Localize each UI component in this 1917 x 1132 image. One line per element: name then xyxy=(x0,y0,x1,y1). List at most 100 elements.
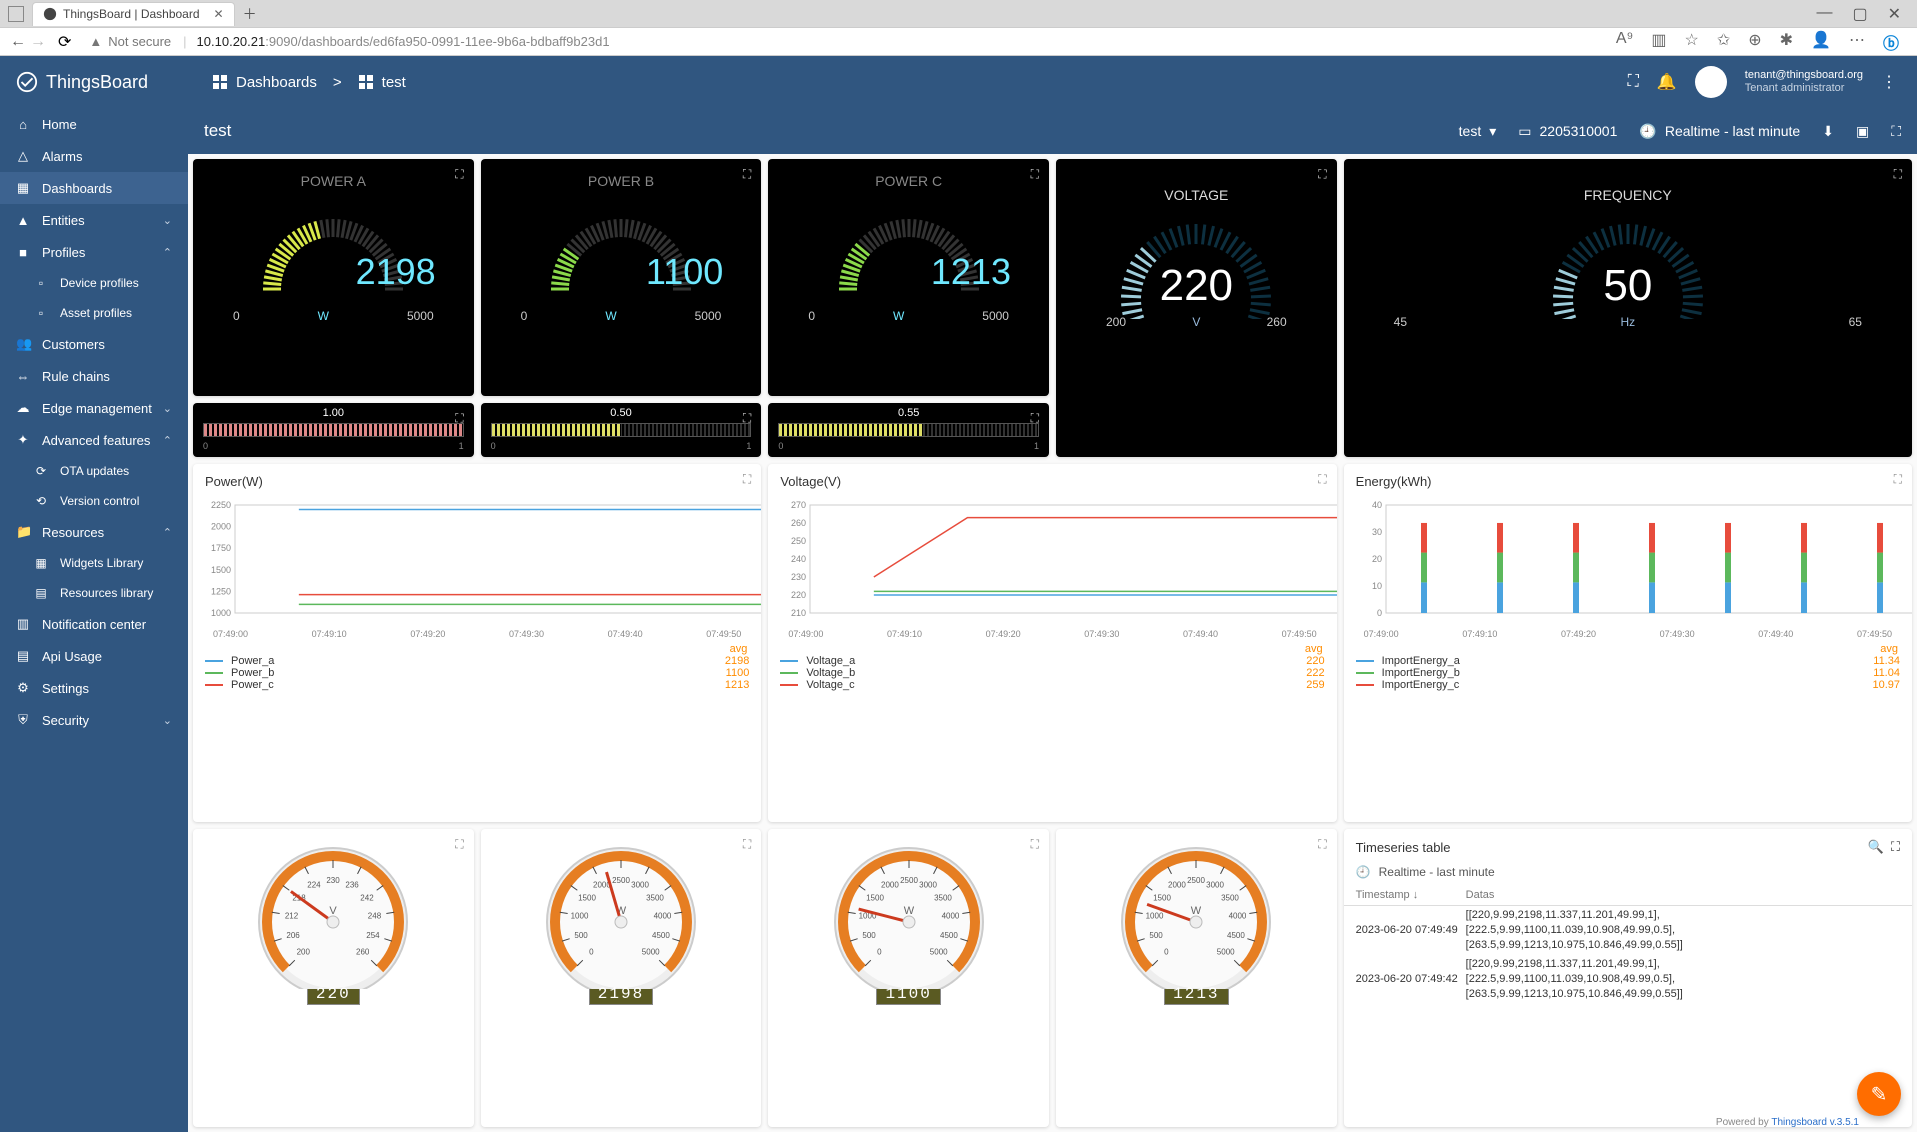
fullscreen-icon[interactable]: ⛶ xyxy=(743,472,751,487)
fullscreen-icon[interactable]: ⛶ xyxy=(743,167,751,182)
fullscreen-icon[interactable]: ⛶ xyxy=(455,411,463,426)
window-close-icon[interactable]: ✕ xyxy=(1888,4,1901,24)
profile-icon[interactable]: 👤 xyxy=(1811,30,1831,54)
sidebar-item-api-usage[interactable]: ▤Api Usage xyxy=(0,640,188,672)
sidebar-item-widgets-library[interactable]: ▦Widgets Library xyxy=(0,548,188,578)
extensions-icon[interactable]: ✱ xyxy=(1780,30,1793,54)
sidebar-item-label: Alarms xyxy=(42,149,82,164)
notifications-icon[interactable]: 🔔 xyxy=(1657,72,1677,92)
favorite-icon[interactable]: ☆ xyxy=(1685,30,1699,54)
timewindow[interactable]: 🕘Realtime - last minute xyxy=(1639,123,1800,140)
tab-actions-icon[interactable] xyxy=(8,6,24,22)
footer-link[interactable]: Thingsboard v.3.5.1 xyxy=(1771,1117,1859,1128)
fullscreen-icon[interactable]: ⛶ xyxy=(455,167,463,182)
bing-icon[interactable]: ⓑ xyxy=(1883,30,1899,54)
browser-toolbar: ← → ⟳ ▲ Not secure | 10.10.20.21 :9090/d… xyxy=(0,28,1917,56)
entity-select[interactable]: test ▾ xyxy=(1459,123,1497,140)
device-id[interactable]: ▭2205310001 xyxy=(1518,123,1617,140)
fullscreen-icon[interactable]: ⛶ xyxy=(1318,167,1326,182)
fullscreen-dashboard-icon[interactable]: ⛶ xyxy=(1891,123,1901,140)
sidebar-item-settings[interactable]: ⚙Settings xyxy=(0,672,188,704)
widget-power-c: ⛶POWER C12130W5000 xyxy=(768,159,1049,396)
sidebar-item-edge-management[interactable]: ☁Edge management⌄ xyxy=(0,392,188,424)
sidebar-item-resources-library[interactable]: ▤Resources library xyxy=(0,578,188,608)
browser-tab[interactable]: ThingsBoard | Dashboard ✕ xyxy=(32,2,235,26)
breadcrumb-dashboards[interactable]: Dashboards xyxy=(212,74,317,91)
sidebar-item-rule-chains[interactable]: ⇔Rule chains xyxy=(0,360,188,392)
sidebar-item-resources[interactable]: 📁Resources⌃ xyxy=(0,516,188,548)
sidebar-item-notification-center[interactable]: ▥Notification center xyxy=(0,608,188,640)
version-control-icon: ⟲ xyxy=(34,494,48,508)
fullscreen-icon[interactable]: ⛶ xyxy=(1628,73,1639,91)
sidebar-item-dashboards[interactable]: ▦Dashboards xyxy=(0,172,188,204)
chevron-icon: ⌄ xyxy=(163,714,172,727)
favorites-bar-icon[interactable]: ✩ xyxy=(1717,30,1730,54)
svg-text:200: 200 xyxy=(297,948,311,957)
breadcrumb-separator: > xyxy=(333,74,342,91)
browser-tab-strip: ThingsBoard | Dashboard ✕ ＋ — ▢ ✕ xyxy=(0,0,1917,28)
fullscreen-icon[interactable]: ⛶ xyxy=(455,837,463,852)
fullscreen-icon[interactable]: ⛶ xyxy=(1031,411,1039,426)
sidebar-item-security[interactable]: ⛨Security⌄ xyxy=(0,704,188,736)
svg-text:0: 0 xyxy=(877,948,882,957)
widget-voltage-chart: ⛶Voltage(V)21022023024025026027007:49:00… xyxy=(768,464,1336,823)
col-timestamp[interactable]: Timestamp ↓ xyxy=(1356,889,1466,901)
sidebar-item-advanced-features[interactable]: ✦Advanced features⌃ xyxy=(0,424,188,456)
sidebar-item-version-control[interactable]: ⟲Version control xyxy=(0,486,188,516)
sidebar-item-device-profiles[interactable]: ▫Device profiles xyxy=(0,268,188,298)
address-bar[interactable]: ▲ Not secure | 10.10.20.21 :9090/dashboa… xyxy=(81,34,1605,49)
device-profiles-icon: ▫ xyxy=(34,276,48,290)
svg-text:40: 40 xyxy=(1372,500,1382,510)
menu-icon[interactable]: ⋯ xyxy=(1849,30,1865,54)
kebab-icon[interactable]: ⋮ xyxy=(1881,72,1897,92)
sidebar-item-ota-updates[interactable]: ⟳OTA updates xyxy=(0,456,188,486)
search-icon[interactable]: 🔍 xyxy=(1867,839,1883,855)
col-datas[interactable]: Datas xyxy=(1466,889,1495,901)
download-icon[interactable]: ⬇ xyxy=(1822,123,1834,140)
fullscreen-icon[interactable]: ⛶ xyxy=(743,411,751,426)
export-icon[interactable]: ▣ xyxy=(1856,123,1869,140)
api-usage-icon: ▤ xyxy=(16,648,30,664)
collections-icon[interactable]: ⊕ xyxy=(1748,30,1761,54)
breadcrumb-current[interactable]: test xyxy=(358,74,406,91)
widget-power-chart: ⛶Power(W)10001250150017502000225007:49:0… xyxy=(193,464,761,823)
app-header: ThingsBoard Dashboards > test ⛶ 🔔 tenant… xyxy=(0,56,1917,108)
edit-dashboard-fab[interactable]: ✎ xyxy=(1857,1072,1901,1116)
svg-text:5000: 5000 xyxy=(642,948,660,957)
window-maximize-icon[interactable]: ▢ xyxy=(1852,4,1867,24)
close-icon[interactable]: ✕ xyxy=(214,7,224,21)
refresh-button[interactable]: ⟳ xyxy=(58,32,71,52)
sidebar-item-entities[interactable]: ▲Entities⌄ xyxy=(0,204,188,236)
sidebar-item-asset-profiles[interactable]: ▫Asset profiles xyxy=(0,298,188,328)
fullscreen-icon[interactable]: ⛶ xyxy=(1031,167,1039,182)
sidebar-item-alarms[interactable]: △Alarms xyxy=(0,140,188,172)
app-logo[interactable]: ThingsBoard xyxy=(0,71,188,93)
sidebar-item-customers[interactable]: 👥Customers xyxy=(0,328,188,360)
read-aloud-icon[interactable]: A⁹ xyxy=(1616,30,1634,54)
avatar[interactable] xyxy=(1695,66,1727,98)
widget-title: Energy(kWh) xyxy=(1344,464,1912,499)
split-screen-icon[interactable]: ▥ xyxy=(1651,30,1666,54)
fullscreen-icon[interactable]: ⛶ xyxy=(1318,472,1326,487)
fullscreen-icon[interactable]: ⛶ xyxy=(1894,167,1902,182)
fullscreen-icon[interactable]: ⛶ xyxy=(1891,839,1900,855)
back-button[interactable]: ← xyxy=(8,33,28,51)
sidebar-item-profiles[interactable]: ■Profiles⌃ xyxy=(0,236,188,268)
forward-button[interactable]: → xyxy=(28,33,48,51)
svg-text:254: 254 xyxy=(367,931,381,940)
sidebar-item-home[interactable]: ⌂Home xyxy=(0,108,188,140)
gauge-digit: 2198 xyxy=(589,983,653,1005)
widget-title: FREQUENCY xyxy=(1344,159,1912,203)
new-tab-button[interactable]: ＋ xyxy=(243,4,257,24)
svg-text:1750: 1750 xyxy=(211,543,231,553)
window-minimize-icon[interactable]: — xyxy=(1816,4,1832,24)
svg-text:212: 212 xyxy=(285,912,299,921)
svg-text:230: 230 xyxy=(327,876,341,885)
fullscreen-icon[interactable]: ⛶ xyxy=(1894,472,1902,487)
svg-text:270: 270 xyxy=(791,500,806,510)
fullscreen-icon[interactable]: ⛶ xyxy=(1031,837,1039,852)
fullscreen-icon[interactable]: ⛶ xyxy=(743,837,751,852)
resources-icon: 📁 xyxy=(16,524,30,540)
fullscreen-icon[interactable]: ⛶ xyxy=(1318,837,1326,852)
svg-text:30: 30 xyxy=(1372,527,1382,537)
